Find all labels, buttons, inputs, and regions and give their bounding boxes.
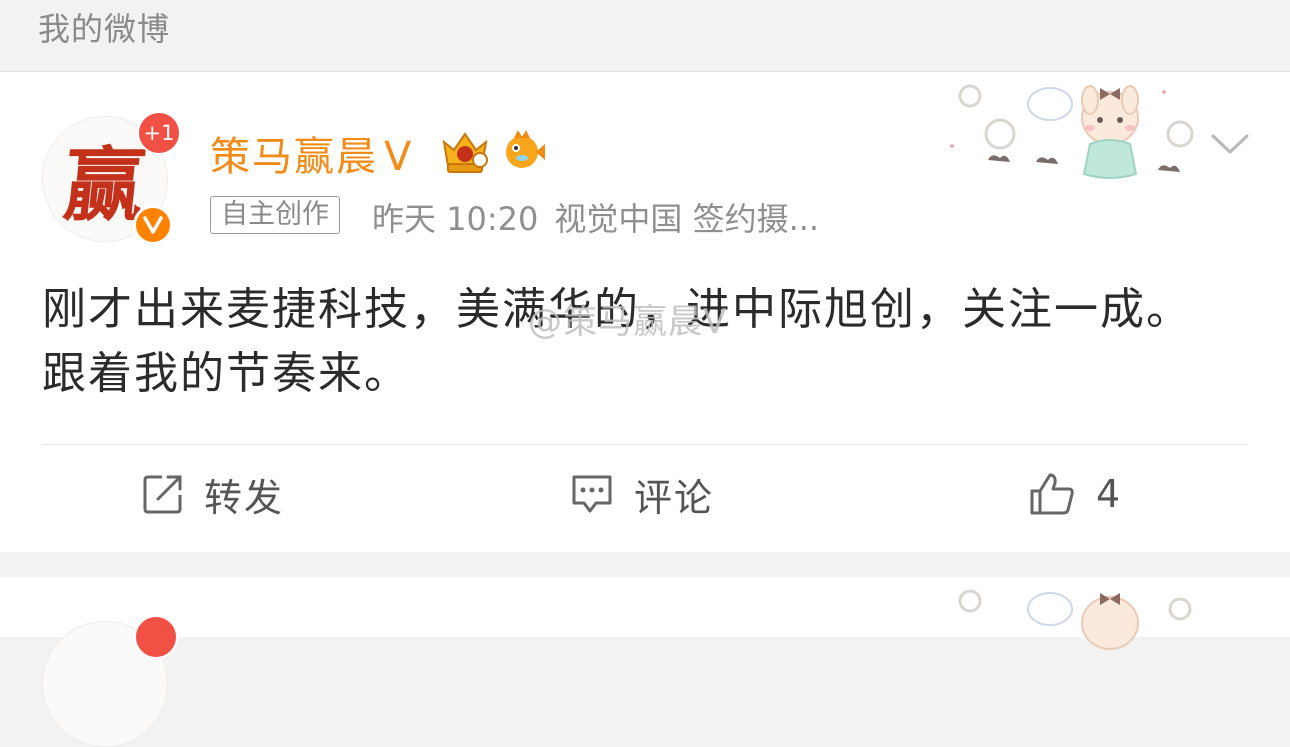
divider — [42, 444, 1248, 445]
repost-button[interactable]: 转发 — [142, 464, 284, 524]
post-card-next[interactable] — [0, 577, 1290, 747]
bunny-sticker-icon — [950, 84, 1194, 179]
notification-badge-next — [134, 615, 178, 659]
post-time: 昨天 10:20 — [372, 200, 539, 238]
comment-icon — [572, 475, 612, 513]
original-tag: 自主创作 — [210, 196, 340, 234]
like-count: 4 — [1096, 472, 1123, 516]
post-card[interactable]: 赢 +1 策马赢晨 V 自主创作 昨天 10:20 视觉中国 签约摄... 刚才… — [0, 72, 1290, 552]
bunny-sticker-next-icon — [958, 589, 1192, 650]
watermark: @策马赢晨V — [528, 302, 728, 342]
post-meta: 昨天 10:20 视觉中国 签约摄... — [372, 194, 819, 240]
comment-label: 评论 — [634, 475, 715, 520]
repost-icon — [143, 475, 182, 514]
notification-badge: +1 — [137, 111, 181, 155]
like-button[interactable]: 4 — [1028, 464, 1122, 524]
author-name[interactable]: 策马赢晨 V — [210, 124, 413, 182]
comment-button[interactable]: 评论 — [570, 464, 714, 524]
verified-mark: V — [384, 134, 414, 180]
page-header: 我的微博 — [0, 0, 1290, 72]
page-title: 我的微博 — [38, 10, 171, 48]
crown-badge-icon — [442, 132, 488, 173]
repost-label: 转发 — [204, 475, 285, 520]
chevron-down-icon[interactable] — [1210, 132, 1250, 156]
author-name-text: 策马赢晨 — [210, 134, 378, 180]
fish-badge-icon — [506, 130, 545, 168]
post-source: 视觉中国 签约摄... — [554, 200, 820, 238]
verified-icon — [133, 205, 173, 245]
avatar[interactable]: 赢 +1 — [42, 111, 181, 245]
like-icon — [1030, 473, 1074, 515]
